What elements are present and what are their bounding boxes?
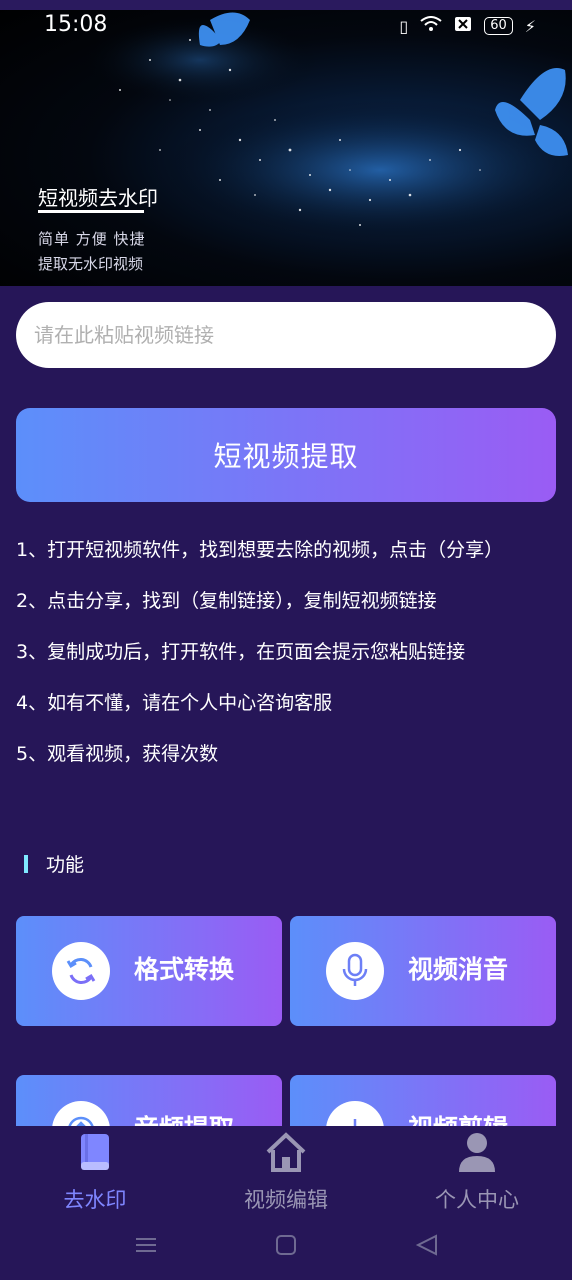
wifi-icon <box>420 16 442 36</box>
section-title: 功能 <box>46 854 85 876</box>
instruction-step: 4、如有不懂，请在个人中心咨询客服 <box>16 692 333 714</box>
vibrate-icon: ▯ <box>399 16 409 36</box>
instruction-step: 2、点击分享，找到（复制链接），复制短视频链接 <box>16 590 437 612</box>
extract-video-button[interactable]: 短视频提取 <box>16 408 556 502</box>
instruction-step: 1、打开短视频软件，找到想要去除的视频，点击（分享） <box>16 539 504 561</box>
nav-label: 去水印 <box>63 1188 127 1212</box>
nav-label: 个人中心 <box>435 1188 519 1212</box>
charging-icon: ⚡ <box>524 16 536 36</box>
status-time: 15:08 <box>44 12 108 37</box>
instruction-list: 1、打开短视频软件，找到想要去除的视频，点击（分享） 2、点击分享，找到（复制链… <box>16 538 561 793</box>
section-accent-bar <box>24 854 28 873</box>
header-banner: 15:08 ▯ 60 ⚡ 短视频去水印 简单 方便 快捷 提取无水印视频 <box>0 0 572 286</box>
book-icon <box>81 1134 109 1170</box>
feature-format-convert[interactable]: 格式转换 <box>16 916 282 1026</box>
banner-description: 提取无水印视频 <box>38 255 144 273</box>
banner-title: 短视频去水印 <box>38 186 158 210</box>
person-icon <box>459 1133 495 1172</box>
banner-title-underline <box>38 210 144 213</box>
microphone-icon <box>326 942 384 1000</box>
video-link-input[interactable] <box>16 302 556 368</box>
banner-subtitle: 简单 方便 快捷 <box>38 230 146 248</box>
feature-mute-video[interactable]: 视频消音 <box>290 916 556 1026</box>
battery-indicator: 60 <box>484 17 513 35</box>
nav-item-video-edit[interactable]: 视频编辑 <box>191 1130 381 1214</box>
status-bar: 15:08 ▯ 60 ⚡ <box>0 10 572 46</box>
nav-item-profile[interactable]: 个人中心 <box>382 1130 572 1214</box>
nav-label: 视频编辑 <box>244 1188 328 1212</box>
system-navigation-bar <box>136 1234 437 1256</box>
back-icon[interactable] <box>415 1234 437 1256</box>
status-icons: ▯ 60 ⚡ <box>399 16 536 36</box>
home-button-icon[interactable] <box>276 1235 296 1255</box>
feature-label: 格式转换 <box>134 955 235 984</box>
features-section-header: 功能 <box>24 850 84 877</box>
feature-label: 视频消音 <box>408 955 509 984</box>
instruction-step: 5、观看视频，获得次数 <box>16 743 219 765</box>
sim-blocked-icon <box>454 16 472 36</box>
home-icon <box>266 1132 306 1172</box>
instruction-step: 3、复制成功后，打开软件，在页面会提示您粘贴链接 <box>16 641 466 663</box>
nav-item-watermark[interactable]: 去水印 <box>0 1130 190 1214</box>
menu-icon[interactable] <box>136 1238 156 1252</box>
refresh-icon <box>52 942 110 1000</box>
